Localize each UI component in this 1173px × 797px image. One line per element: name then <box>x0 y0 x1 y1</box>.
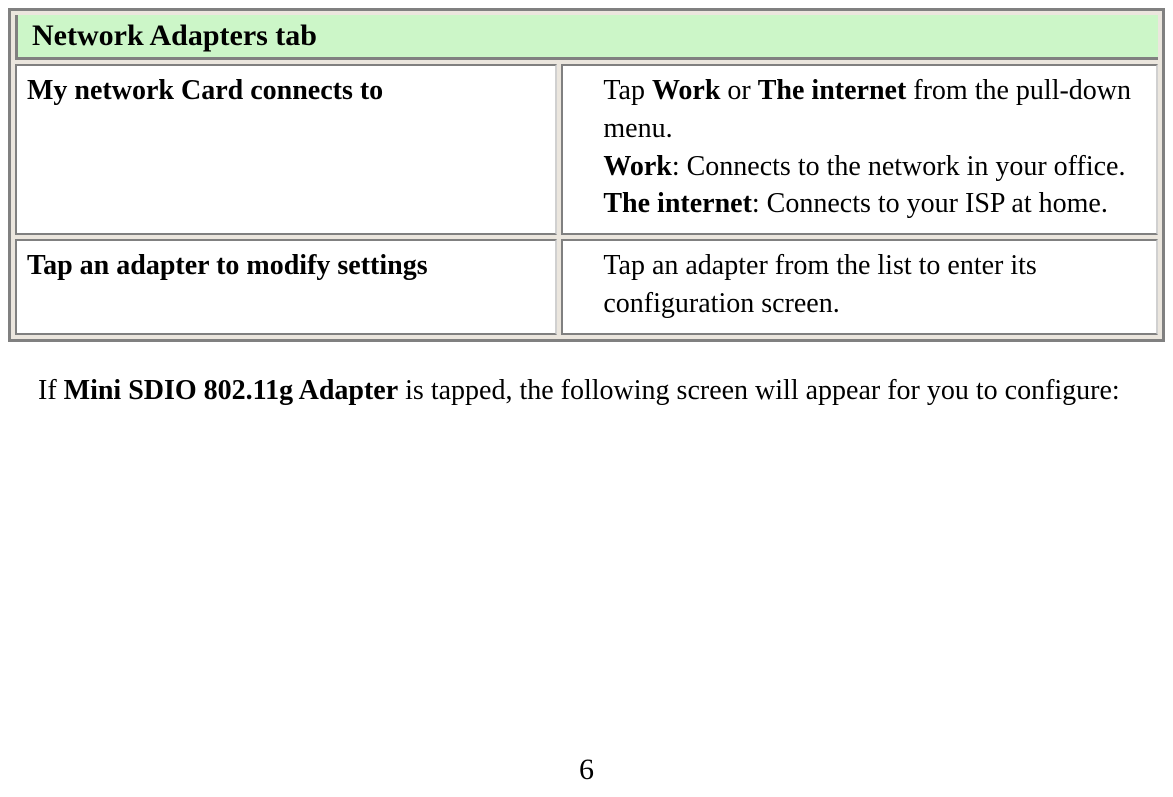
row1-label: My network Card connects to <box>27 75 383 106</box>
header-title: Network Adapters tab <box>32 19 317 52</box>
table-grid: My network Card connects to Tap Work or … <box>15 64 1158 335</box>
row1-line1-mid: or <box>720 75 757 106</box>
row1-work-text: : Connects to the network in your office… <box>672 151 1126 182</box>
note-post: is tapped, the following screen will app… <box>398 375 1120 406</box>
page-content: Network Adapters tab My network Card con… <box>0 0 1173 410</box>
row1-work-b: Work <box>603 151 671 182</box>
row1-line1-b2: The internet <box>758 75 907 106</box>
note-bold: Mini SDIO 802.11g Adapter <box>64 375 398 406</box>
note-pre: If <box>38 375 64 406</box>
row1-internet-b: The internet <box>603 188 752 219</box>
row2-desc: Tap an adapter from the list to enter it… <box>603 250 1036 319</box>
row1-line1-pre: Tap <box>603 75 652 106</box>
row2-label: Tap an adapter to modify settings <box>27 250 428 281</box>
page-number: 6 <box>0 753 1173 787</box>
table-header: Network Adapters tab <box>15 15 1158 60</box>
row1-line1-b1: Work <box>652 75 720 106</box>
table-container: Network Adapters tab My network Card con… <box>8 8 1165 342</box>
row2-desc-cell: Tap an adapter from the list to enter it… <box>561 239 1158 335</box>
note-paragraph: If Mini SDIO 802.11g Adapter is tapped, … <box>8 342 1165 410</box>
row1-label-cell: My network Card connects to <box>15 64 557 235</box>
row2-label-cell: Tap an adapter to modify settings <box>15 239 557 335</box>
row1-desc-cell: Tap Work or The internet from the pull-d… <box>561 64 1158 235</box>
row1-internet-text: : Connects to your ISP at home. <box>752 188 1108 219</box>
